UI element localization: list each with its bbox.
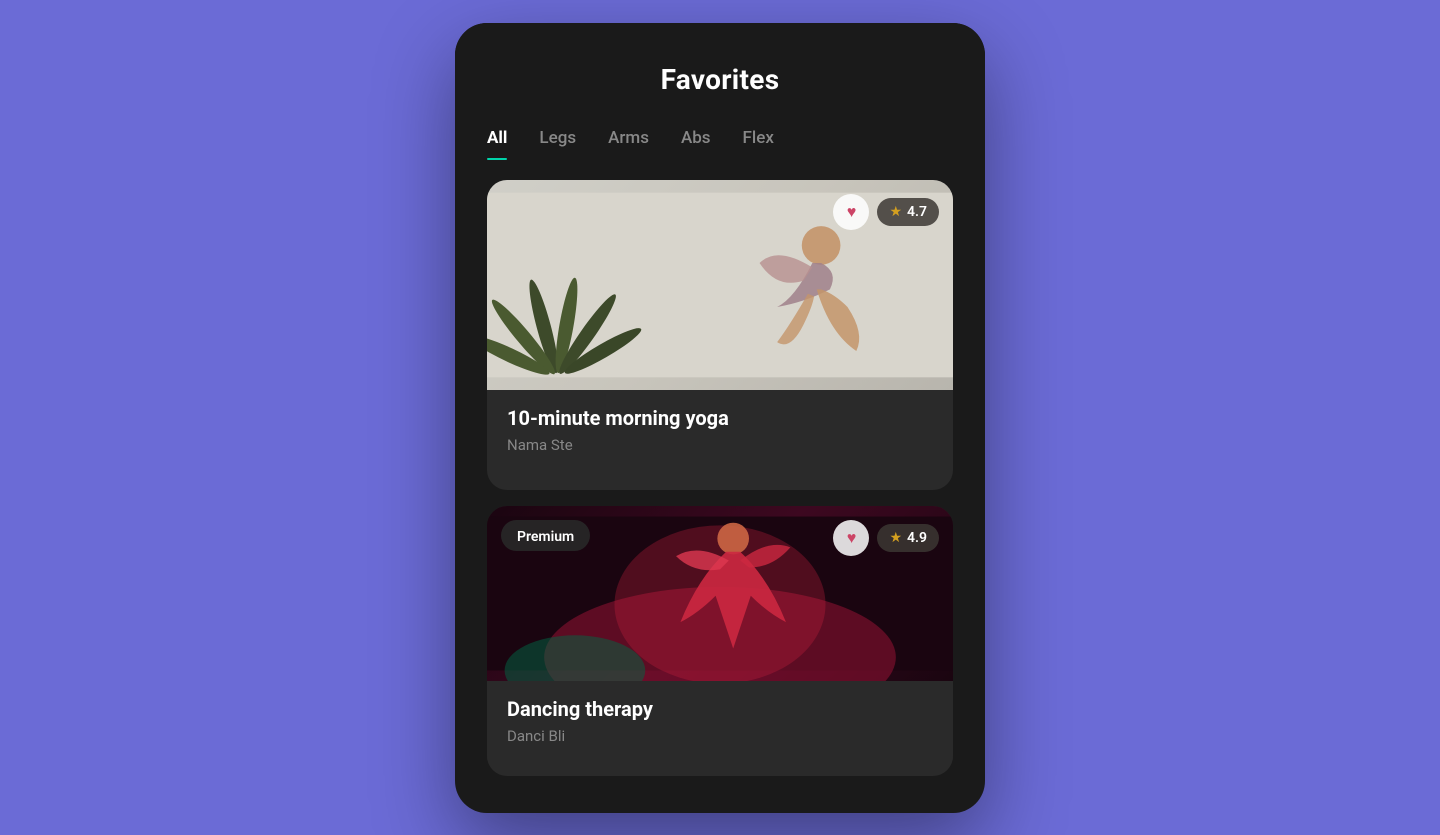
tab-abs[interactable]: Abs bbox=[681, 128, 711, 160]
tab-flex[interactable]: Flex bbox=[743, 128, 774, 160]
page-title: Favorites bbox=[487, 63, 953, 96]
yoga-rating-badge: ★ 4.7 bbox=[877, 198, 939, 226]
tab-legs[interactable]: Legs bbox=[539, 128, 576, 160]
yoga-heart-button[interactable]: ♥ bbox=[833, 194, 869, 230]
star-icon: ★ bbox=[889, 530, 902, 546]
heart-icon: ♥ bbox=[847, 528, 857, 548]
card-yoga-image: ♥ ★ 4.7 bbox=[487, 180, 953, 390]
card-yoga-badges: ♥ ★ 4.7 bbox=[833, 194, 939, 230]
card-yoga[interactable]: ♥ ★ 4.7 10-minute morning yoga Nama Ste bbox=[487, 180, 953, 490]
tab-arms[interactable]: Arms bbox=[608, 128, 649, 160]
phone-frame: Favorites All Legs Arms Abs Flex bbox=[455, 23, 985, 813]
card-dancing-image: Premium ♥ ★ 4.9 bbox=[487, 506, 953, 681]
dancing-rating-value: 4.9 bbox=[907, 530, 927, 546]
tabs-container: All Legs Arms Abs Flex bbox=[455, 112, 985, 160]
dancing-rating-badge: ★ 4.9 bbox=[877, 524, 939, 552]
card-yoga-info: 10-minute morning yoga Nama Ste bbox=[487, 390, 953, 470]
yoga-rating-value: 4.7 bbox=[907, 204, 927, 220]
dancing-subtitle: Danci Bli bbox=[507, 727, 933, 745]
dancing-title: Dancing therapy bbox=[507, 697, 933, 721]
premium-label: Premium bbox=[517, 529, 574, 545]
tab-all[interactable]: All bbox=[487, 128, 507, 160]
dancing-heart-button[interactable]: ♥ bbox=[833, 520, 869, 556]
premium-badge: Premium bbox=[501, 520, 590, 551]
card-dancing-info: Dancing therapy Danci Bli bbox=[487, 681, 953, 761]
star-icon: ★ bbox=[889, 204, 902, 220]
content-area: ♥ ★ 4.7 10-minute morning yoga Nama Ste bbox=[455, 160, 985, 813]
heart-icon: ♥ bbox=[847, 202, 857, 222]
yoga-subtitle: Nama Ste bbox=[507, 436, 933, 454]
card-dancing-badges: ♥ ★ 4.9 bbox=[833, 520, 939, 556]
header: Favorites bbox=[455, 23, 985, 112]
card-dancing[interactable]: Premium ♥ ★ 4.9 Dancing therapy Danci Bl… bbox=[487, 506, 953, 776]
yoga-title: 10-minute morning yoga bbox=[507, 406, 933, 430]
